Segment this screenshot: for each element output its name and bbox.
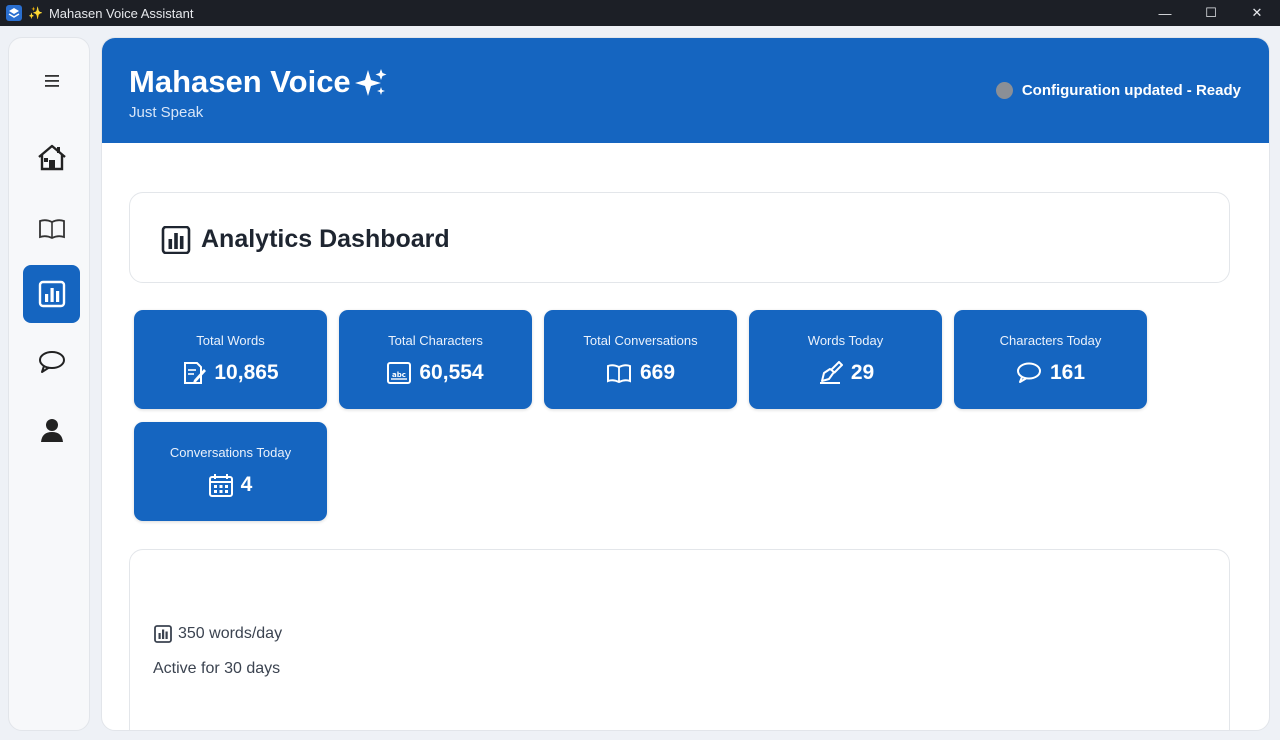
bar-chart-icon xyxy=(161,226,191,254)
writing-hand-icon xyxy=(819,361,843,384)
status-text: Configuration updated - Ready xyxy=(1021,82,1241,99)
app-header: Mahasen Voice Just Speak Configuration u… xyxy=(102,38,1269,143)
sidebar-item-analytics[interactable] xyxy=(23,265,80,323)
stat-card-total-characters: Total Characters abc 60,554 xyxy=(339,310,532,409)
stat-label: Total Conversations xyxy=(583,333,698,348)
sidebar-item-profile[interactable] xyxy=(23,401,80,459)
app-name: Mahasen Voice xyxy=(129,64,351,99)
minimize-button[interactable]: — xyxy=(1142,0,1188,26)
abc-icon: abc xyxy=(387,362,412,384)
maximize-button[interactable]: ☐ xyxy=(1188,0,1234,26)
stat-label: Characters Today xyxy=(999,333,1102,348)
sparkles-icon xyxy=(355,69,387,96)
chat-bubble-icon xyxy=(1016,362,1041,383)
app-tagline: Just Speak xyxy=(129,104,204,121)
close-button[interactable]: ✕ xyxy=(1234,0,1280,26)
words-per-day-row: 350 words/day xyxy=(154,625,282,643)
sidebar-item-home[interactable] xyxy=(23,128,80,186)
bar-chart-icon xyxy=(154,625,172,643)
hamburger-icon xyxy=(44,75,59,87)
stat-card-words-today: Words Today 29 xyxy=(749,310,942,409)
sidebar-item-conversations[interactable] xyxy=(23,333,80,391)
status-dot xyxy=(995,82,1013,99)
active-days-text: Active for 30 days xyxy=(153,660,281,677)
stat-label: Total Words xyxy=(196,333,265,348)
page-title: Analytics Dashboard xyxy=(201,225,450,253)
stat-card-total-words: Total Words 10,865 xyxy=(134,310,327,409)
app-logo-icon xyxy=(6,5,22,21)
sidebar-item-dictionary[interactable] xyxy=(23,200,80,258)
status-indicator: Configuration updated - Ready xyxy=(995,82,1241,99)
main-panel: Mahasen Voice Just Speak Configuration u… xyxy=(101,37,1270,731)
window-controls: — ☐ ✕ xyxy=(1142,0,1280,26)
usage-summary-card: 350 words/day Active for 30 days xyxy=(129,549,1230,730)
sidebar-menu-toggle[interactable] xyxy=(23,52,80,110)
stat-value: 60,554 xyxy=(419,361,484,384)
stat-label: Total Characters xyxy=(388,333,483,348)
dashboard-title-card: Analytics Dashboard xyxy=(129,192,1230,283)
stat-card-total-conversations: Total Conversations 669 xyxy=(544,310,737,409)
book-icon xyxy=(38,219,65,240)
svg-text:abc: abc xyxy=(392,371,406,379)
chat-bubble-icon xyxy=(38,351,65,373)
user-icon xyxy=(40,419,63,442)
stat-card-characters-today: Characters Today 161 xyxy=(954,310,1147,409)
stat-value: 10,865 xyxy=(214,361,279,384)
bar-chart-icon xyxy=(38,280,65,308)
stat-value: 29 xyxy=(850,361,875,384)
words-per-day-text: 350 words/day xyxy=(178,625,283,642)
stat-label: Conversations Today xyxy=(169,445,292,460)
calendar-icon xyxy=(208,474,233,497)
sparkle-icon: ✨ xyxy=(28,6,43,20)
stat-value: 4 xyxy=(240,473,253,496)
window-titlebar: ✨ Mahasen Voice Assistant — ☐ ✕ xyxy=(0,0,1280,26)
book-icon xyxy=(606,364,631,383)
stat-card-conversations-today: Conversations Today 4 xyxy=(134,422,327,521)
document-edit-icon xyxy=(184,362,207,384)
window-title: Mahasen Voice Assistant xyxy=(48,5,194,21)
stat-value: 161 xyxy=(1049,361,1086,384)
stat-value: 669 xyxy=(639,361,676,384)
sidebar xyxy=(8,37,90,731)
stat-label: Words Today xyxy=(807,333,884,348)
home-icon xyxy=(37,144,66,171)
